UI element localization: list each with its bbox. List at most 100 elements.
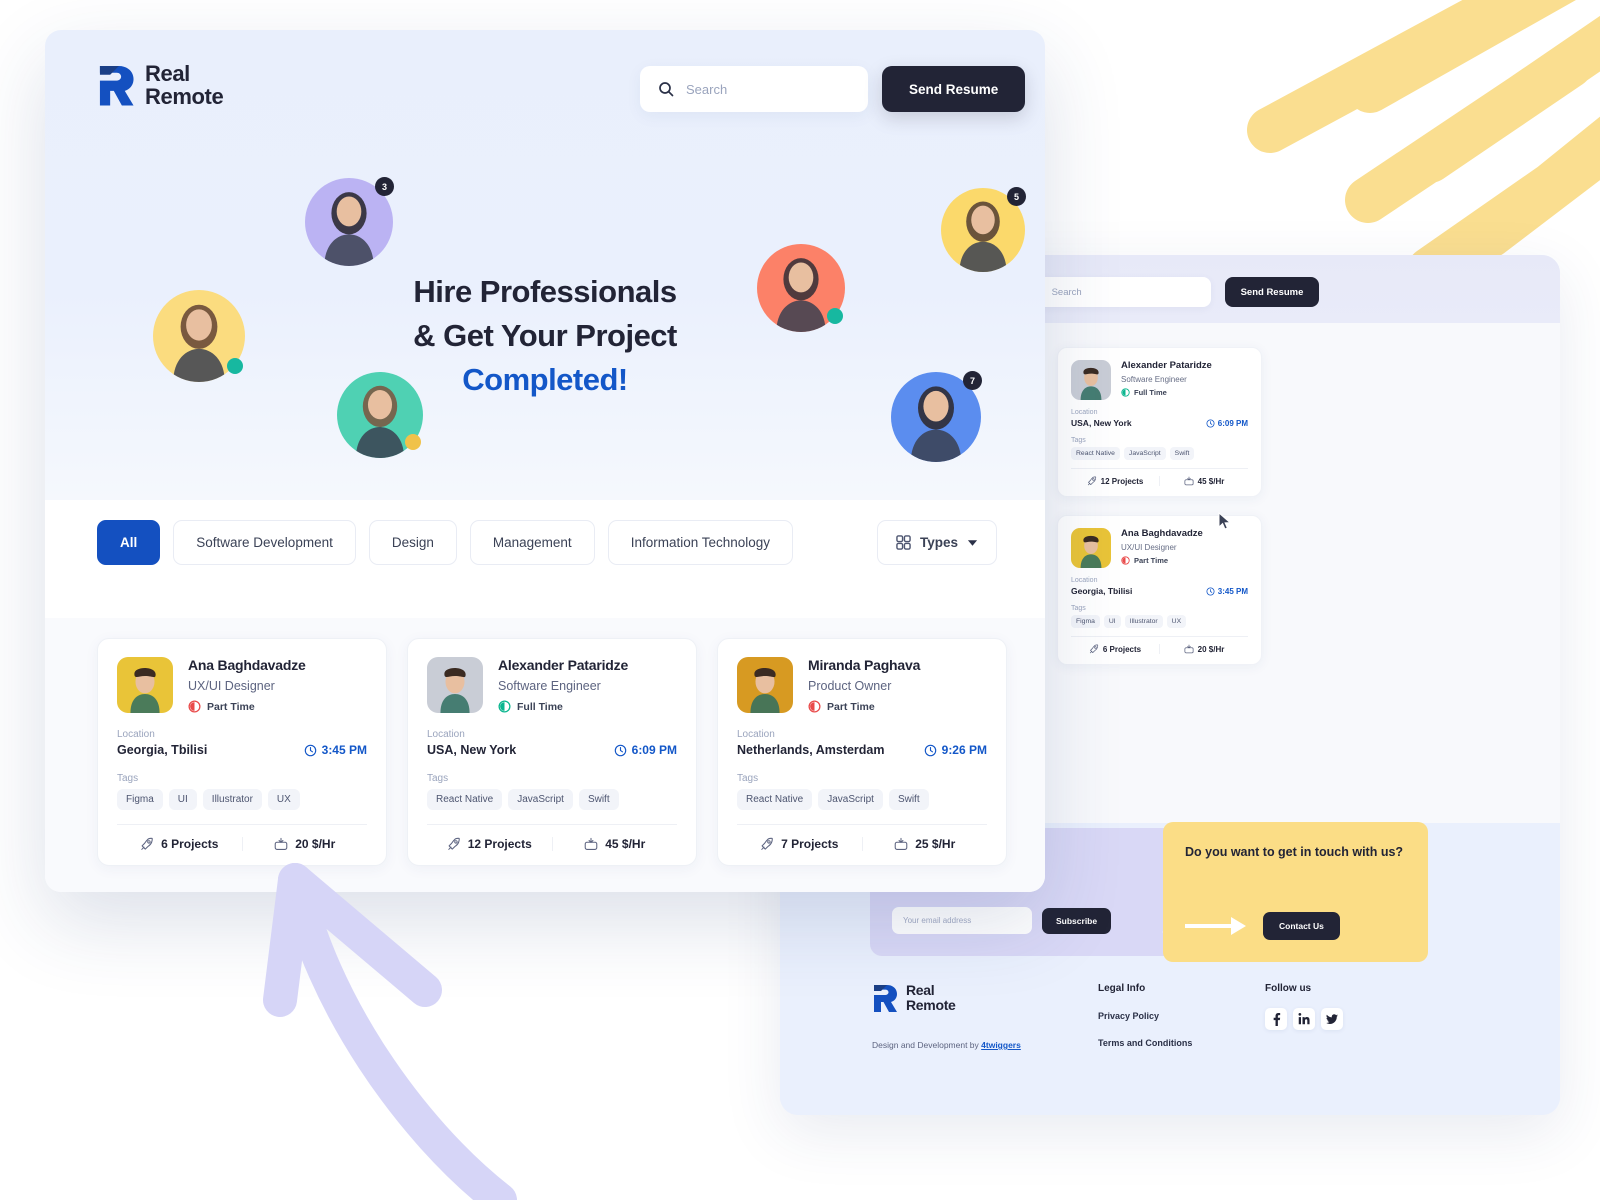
- back-skill-tag[interactable]: UI: [1103, 615, 1121, 628]
- back-skill-tag[interactable]: Swift: [1169, 447, 1195, 460]
- location-row: Netherlands, Amsterdam 9:26 PM: [737, 743, 987, 757]
- back-skill-tag[interactable]: Figma: [1071, 615, 1100, 628]
- profile-avatar: [737, 657, 793, 713]
- newsletter-email-input[interactable]: Your email address: [892, 907, 1032, 934]
- skill-tag[interactable]: React Native: [427, 789, 503, 810]
- card-footer: 6 Projects 20 $/Hr: [117, 824, 367, 851]
- filter-tab-all[interactable]: All: [97, 520, 161, 565]
- skill-tags: React Native JavaScript Swift: [737, 789, 987, 810]
- profile-card[interactable]: Miranda Paghava Product Owner Part Time Loc…: [717, 638, 1007, 866]
- back-projects-value: 12 Projects: [1100, 476, 1144, 486]
- filter-tab-design[interactable]: Design: [368, 520, 457, 565]
- linkedin-icon: [1298, 1013, 1310, 1025]
- hourly-rate: 45 $/Hr: [551, 837, 678, 851]
- back-location-row: USA, New York 6:09 PM: [1071, 418, 1248, 428]
- filter-tab-management[interactable]: Management: [469, 520, 595, 565]
- twitter-link[interactable]: [1321, 1008, 1343, 1030]
- skill-tag[interactable]: Swift: [888, 789, 929, 810]
- subscribe-button[interactable]: Subscribe: [1042, 907, 1112, 934]
- back-skill-tag[interactable]: UX: [1166, 615, 1187, 628]
- results-band: Ana Baghdavadze UX/UI Designer Part Time Lo…: [45, 618, 1045, 892]
- brand-name: Real Remote: [145, 61, 224, 109]
- back-search-input[interactable]: Search: [1020, 277, 1211, 307]
- back-skill-tag[interactable]: React Native: [1071, 447, 1120, 460]
- back-tags-label: Tags: [1071, 437, 1086, 444]
- location-label: Location: [117, 729, 155, 740]
- skill-tag[interactable]: Swift: [578, 789, 619, 810]
- back-location-label: Location: [1071, 577, 1098, 584]
- skill-tag[interactable]: JavaScript: [508, 789, 573, 810]
- footer-link-privacy[interactable]: Privacy Policy: [1098, 1011, 1192, 1021]
- hero-headline: Hire Professionals & Get Your Project Co…: [45, 270, 1045, 402]
- back-send-resume-button[interactable]: Send Resume: [1224, 277, 1320, 307]
- avatar-gold-man[interactable]: 5: [941, 187, 1026, 272]
- back-profile-location: Georgia, Tbilisi: [1071, 586, 1133, 596]
- local-time-value: 6:09 PM: [631, 743, 677, 757]
- wallet-icon: [1184, 476, 1194, 486]
- footer-follow-column: Follow us: [1265, 983, 1343, 1030]
- facebook-link[interactable]: [1265, 1008, 1287, 1030]
- back-local-time: 3:45 PM: [1206, 587, 1248, 596]
- employment-status-icon: [808, 700, 821, 713]
- hourly-rate: 25 $/Hr: [861, 837, 988, 851]
- skill-tag[interactable]: UX: [267, 789, 300, 810]
- back-card-header: Alexander Pataridze Software Engineer Full…: [1071, 360, 1248, 400]
- profile-name: Miranda Paghava: [808, 657, 921, 673]
- footer-legal-heading: Legal Info: [1098, 983, 1146, 994]
- send-resume-button[interactable]: Send Resume: [882, 66, 1026, 112]
- back-profile-card[interactable]: Ana Baghdavadze UX/UI Designer Part Time Lo…: [1057, 515, 1262, 665]
- wallet-icon: [894, 837, 908, 850]
- filter-tab-software-development[interactable]: Software Development: [173, 520, 356, 565]
- location-label: Location: [737, 729, 775, 740]
- brand-line1: Real: [145, 61, 190, 86]
- skill-tag[interactable]: Figma: [117, 789, 163, 810]
- back-skill-tag[interactable]: Illustrator: [1124, 615, 1163, 628]
- skill-tag[interactable]: JavaScript: [818, 789, 883, 810]
- skill-tag[interactable]: React Native: [737, 789, 813, 810]
- back-profile-card[interactable]: Alexander Pataridze Software Engineer Full…: [1057, 347, 1262, 497]
- skill-tag[interactable]: Illustrator: [202, 789, 262, 810]
- footer-link-terms[interactable]: Terms and Conditions: [1098, 1038, 1192, 1048]
- chevron-down-icon: [967, 539, 978, 546]
- back-rate-value: 45 $/Hr: [1197, 476, 1225, 486]
- back-profile-name: Ana Baghdavadze: [1121, 528, 1203, 539]
- back-local-time-value: 6:09 PM: [1217, 418, 1248, 428]
- site-header: Real Remote Search Send Resume: [45, 30, 1045, 170]
- footer-credit: Design and Development by 4twiggers: [872, 1040, 1021, 1050]
- employment-label: Part Time: [207, 700, 255, 713]
- filter-tab-information-technology[interactable]: Information Technology: [607, 520, 794, 565]
- card-header: Alexander Pataridze Software Engineer Full…: [427, 657, 677, 713]
- employment-type: Full Time: [498, 700, 628, 713]
- contact-us-button[interactable]: Contact Us: [1263, 912, 1340, 940]
- back-local-time-value: 3:45 PM: [1217, 586, 1248, 596]
- avatar-count-badge: 3: [375, 177, 394, 196]
- profile-name: Ana Baghdavadze: [188, 657, 306, 673]
- employment-status-icon: [1121, 388, 1130, 398]
- profile-card[interactable]: Alexander Pataridze Software Engineer Full…: [407, 638, 697, 866]
- rocket-icon: [1089, 644, 1098, 654]
- avatar-status-dot: [405, 434, 421, 450]
- r-logo-icon: [874, 985, 897, 1012]
- brand-logo[interactable]: Real Remote: [97, 61, 224, 109]
- profile-cards-grid: Ana Baghdavadze UX/UI Designer Part Time Lo…: [97, 638, 1007, 866]
- clock-icon: [924, 744, 936, 756]
- avatar-count-badge: 5: [1007, 187, 1026, 206]
- profile-identity: Alexander Pataridze Software Engineer Full…: [498, 657, 628, 713]
- linkedin-link[interactable]: [1293, 1008, 1315, 1030]
- contact-row: Contact Us: [1185, 912, 1340, 940]
- rate-value: 25 $/Hr: [915, 837, 956, 851]
- contact-panel: Do you want to get in touch with us? Con…: [1163, 822, 1428, 962]
- avatar-purple-man[interactable]: 3: [305, 177, 394, 266]
- skill-tag[interactable]: UI: [168, 789, 197, 810]
- profile-avatar: [427, 657, 483, 713]
- rate-value: 45 $/Hr: [605, 837, 646, 851]
- profile-role: Product Owner: [808, 679, 892, 693]
- search-input[interactable]: Search: [640, 66, 868, 112]
- back-skill-tag[interactable]: JavaScript: [1123, 447, 1166, 460]
- types-dropdown[interactable]: Types: [876, 520, 997, 565]
- footer-credit-link[interactable]: 4twiggers: [981, 1040, 1021, 1050]
- footer-brand-name: Real Remote: [906, 983, 956, 1012]
- clock-icon: [1206, 587, 1215, 595]
- twitter-icon: [1326, 1013, 1338, 1024]
- profile-card[interactable]: Ana Baghdavadze UX/UI Designer Part Time Lo…: [97, 638, 387, 866]
